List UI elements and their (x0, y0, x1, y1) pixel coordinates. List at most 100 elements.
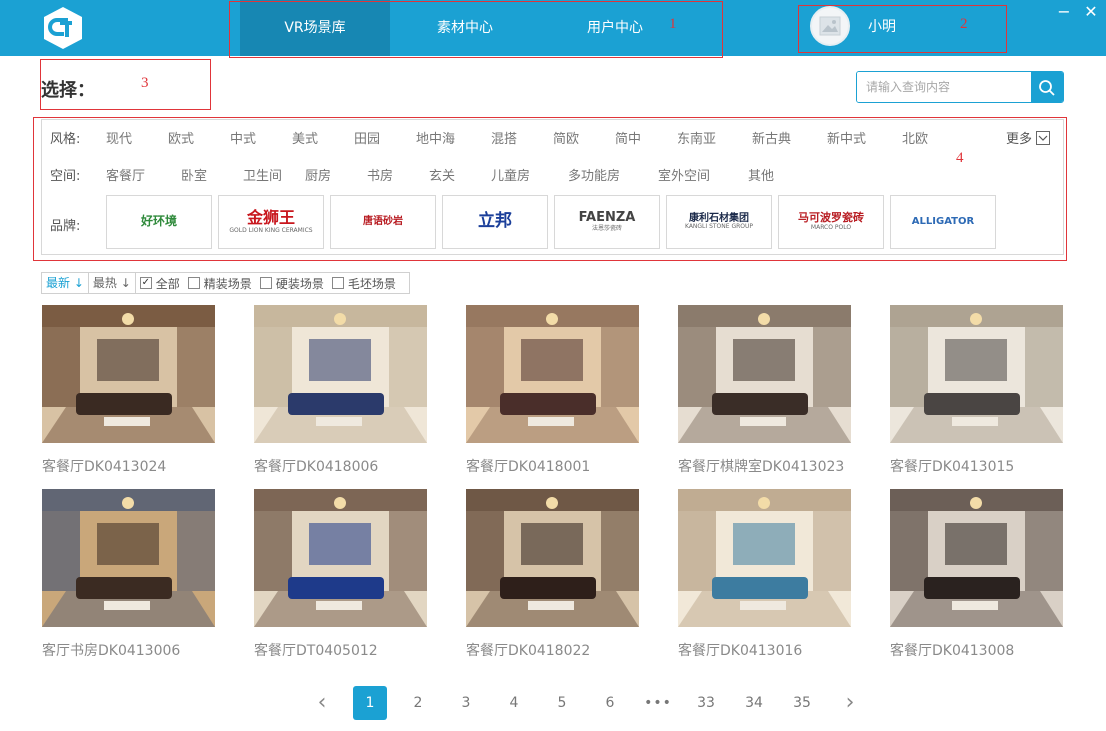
space-option[interactable]: 客餐厅 (106, 165, 181, 184)
scene-title[interactable]: 客餐厅DK0418006 (254, 456, 427, 476)
scene-card[interactable]: 客餐厅DT0405012 (254, 489, 427, 660)
scene-thumbnail[interactable] (890, 489, 1063, 627)
search-input[interactable] (857, 72, 1031, 102)
scene-title[interactable]: 客餐厅DK0413008 (890, 640, 1063, 660)
scene-card[interactable]: 客餐厅DK0413008 (890, 489, 1063, 660)
scene-card[interactable]: 客餐厅DK0418006 (254, 305, 427, 476)
brand-name: FAENZA 法恩莎瓷砖 (579, 210, 636, 233)
page-number[interactable]: 5 (545, 686, 579, 720)
scene-filter-checkbox[interactable]: ✓ 全部 (139, 275, 180, 292)
space-option[interactable]: 其他 (748, 165, 810, 184)
page-number[interactable]: 6 (593, 686, 627, 720)
checkbox-box: ✓ (139, 277, 152, 289)
scene-thumbnail[interactable] (466, 305, 639, 443)
brand-main-text: 立邦 (478, 211, 512, 232)
style-option[interactable]: 田园 (354, 128, 416, 147)
scene-thumbnail[interactable] (466, 489, 639, 627)
brand-logo[interactable]: 马可波罗瓷砖 MARCO POLO (778, 195, 884, 249)
annotation-number-3: 3 (141, 75, 149, 91)
scene-title[interactable]: 客厅书房DK0413006 (42, 640, 215, 660)
style-option[interactable]: 北欧 (902, 128, 964, 147)
page-number[interactable]: 3 (449, 686, 483, 720)
next-page-button[interactable]: › (833, 686, 867, 720)
brand-logo[interactable]: ALLIGATOR (890, 195, 996, 249)
scene-title[interactable]: 客餐厅DK0418001 (466, 456, 639, 476)
more-styles-button[interactable]: 更多 (1006, 128, 1051, 147)
scene-thumbnail[interactable] (254, 489, 427, 627)
style-option[interactable]: 混搭 (491, 128, 553, 147)
search-box (856, 71, 1064, 103)
checkbox-label: 毛坯场景 (347, 276, 396, 291)
scene-title[interactable]: 客餐厅棋牌室DK0413023 (678, 456, 851, 476)
style-option[interactable]: 东南亚 (677, 128, 752, 147)
brand-sub-text: KANGLI STONE GROUP (684, 223, 754, 231)
brand-sub-text: GOLD LION KING CERAMICS (229, 226, 313, 234)
page-number[interactable]: 33 (689, 686, 723, 720)
brand-name: 唐语砂岩 (363, 216, 403, 228)
scene-thumbnail[interactable] (678, 489, 851, 627)
scene-card[interactable]: 客餐厅DK0418001 (466, 305, 639, 476)
brand-logo[interactable]: 好环境 (106, 195, 212, 249)
scene-thumbnail[interactable] (42, 305, 215, 443)
scene-card[interactable]: 客餐厅DK0413015 (890, 305, 1063, 476)
search-button[interactable] (1031, 72, 1063, 102)
style-option[interactable]: 美式 (292, 128, 354, 147)
search-icon (1039, 80, 1055, 96)
brand-sub-text: 法恩莎瓷砖 (591, 225, 622, 233)
brand-name: 康利石材集团 KANGLI STONE GROUP (685, 213, 753, 231)
scene-title[interactable]: 客餐厅DK0418022 (466, 640, 639, 660)
brand-logo[interactable]: 唐语砂岩 (330, 195, 436, 249)
scene-thumbnail[interactable] (254, 305, 427, 443)
space-option[interactable]: 儿童房 (491, 165, 568, 184)
style-option[interactable]: 地中海 (416, 128, 491, 147)
annotation-number-1: 1 (669, 16, 677, 32)
scene-thumbnail[interactable] (890, 305, 1063, 443)
style-option[interactable]: 简中 (615, 128, 677, 147)
brand-filter-row: 品牌: (50, 215, 106, 234)
page-number[interactable]: 2 (401, 686, 435, 720)
space-option[interactable]: 厨房 (305, 165, 367, 184)
sort-hottest[interactable]: 最热 ↓ (89, 273, 136, 293)
brand-logo[interactable]: 康利石材集团 KANGLI STONE GROUP (666, 195, 772, 249)
scene-filter-checkbox[interactable]: 毛坯场景 (331, 275, 396, 292)
scene-title[interactable]: 客餐厅DK0413024 (42, 456, 215, 476)
scene-card[interactable]: 客餐厅DK0418022 (466, 489, 639, 660)
style-option[interactable]: 现代 (106, 128, 168, 147)
sort-newest[interactable]: 最新 ↓ (42, 273, 89, 293)
annotation-number-2: 2 (960, 16, 968, 32)
space-option[interactable]: 卧室 (181, 165, 243, 184)
scene-filter-checkbox[interactable]: 硬装场景 (259, 275, 324, 292)
scene-title[interactable]: 客餐厅DK0413015 (890, 456, 1063, 476)
scene-card[interactable]: 客餐厅棋牌室DK0413023 (678, 305, 851, 476)
style-option[interactable]: 新古典 (752, 128, 827, 147)
space-option[interactable]: 多功能房 (568, 165, 658, 184)
page-number[interactable]: 34 (737, 686, 771, 720)
scene-card[interactable]: 客厅书房DK0413006 (42, 489, 215, 660)
brand-logo[interactable]: 立邦 (442, 195, 548, 249)
page-number[interactable]: 1 (353, 686, 387, 720)
scene-title[interactable]: 客餐厅DT0405012 (254, 640, 427, 660)
scene-card[interactable]: 客餐厅DK0413024 (42, 305, 215, 476)
scene-thumbnail[interactable] (42, 489, 215, 627)
page-number[interactable]: 4 (497, 686, 531, 720)
space-option[interactable]: 书房 (367, 165, 429, 184)
style-option[interactable]: 新中式 (827, 128, 902, 147)
brand-logo[interactable]: 金狮王 GOLD LION KING CERAMICS (218, 195, 324, 249)
page-number[interactable]: 35 (785, 686, 819, 720)
scene-filter-checkbox[interactable]: 精装场景 (187, 275, 252, 292)
space-option[interactable]: 玄关 (429, 165, 491, 184)
style-option[interactable]: 简欧 (553, 128, 615, 147)
scene-card[interactable]: 客餐厅DK0413016 (678, 489, 851, 660)
pagination: ‹ 1 2 3 4 5 6 ••• 33 34 35 › (305, 686, 867, 720)
style-option[interactable]: 中式 (230, 128, 292, 147)
prev-page-button[interactable]: ‹ (305, 686, 339, 720)
minimize-button[interactable]: − (1054, 2, 1074, 22)
style-option[interactable]: 欧式 (168, 128, 230, 147)
close-button[interactable]: ✕ (1081, 2, 1101, 22)
brand-logo[interactable]: FAENZA 法恩莎瓷砖 (554, 195, 660, 249)
scene-thumbnail[interactable] (678, 305, 851, 443)
space-option[interactable]: 卫生间 (243, 165, 305, 184)
scene-title[interactable]: 客餐厅DK0413016 (678, 640, 851, 660)
space-option[interactable]: 室外空间 (658, 165, 748, 184)
app-logo[interactable] (40, 5, 86, 51)
